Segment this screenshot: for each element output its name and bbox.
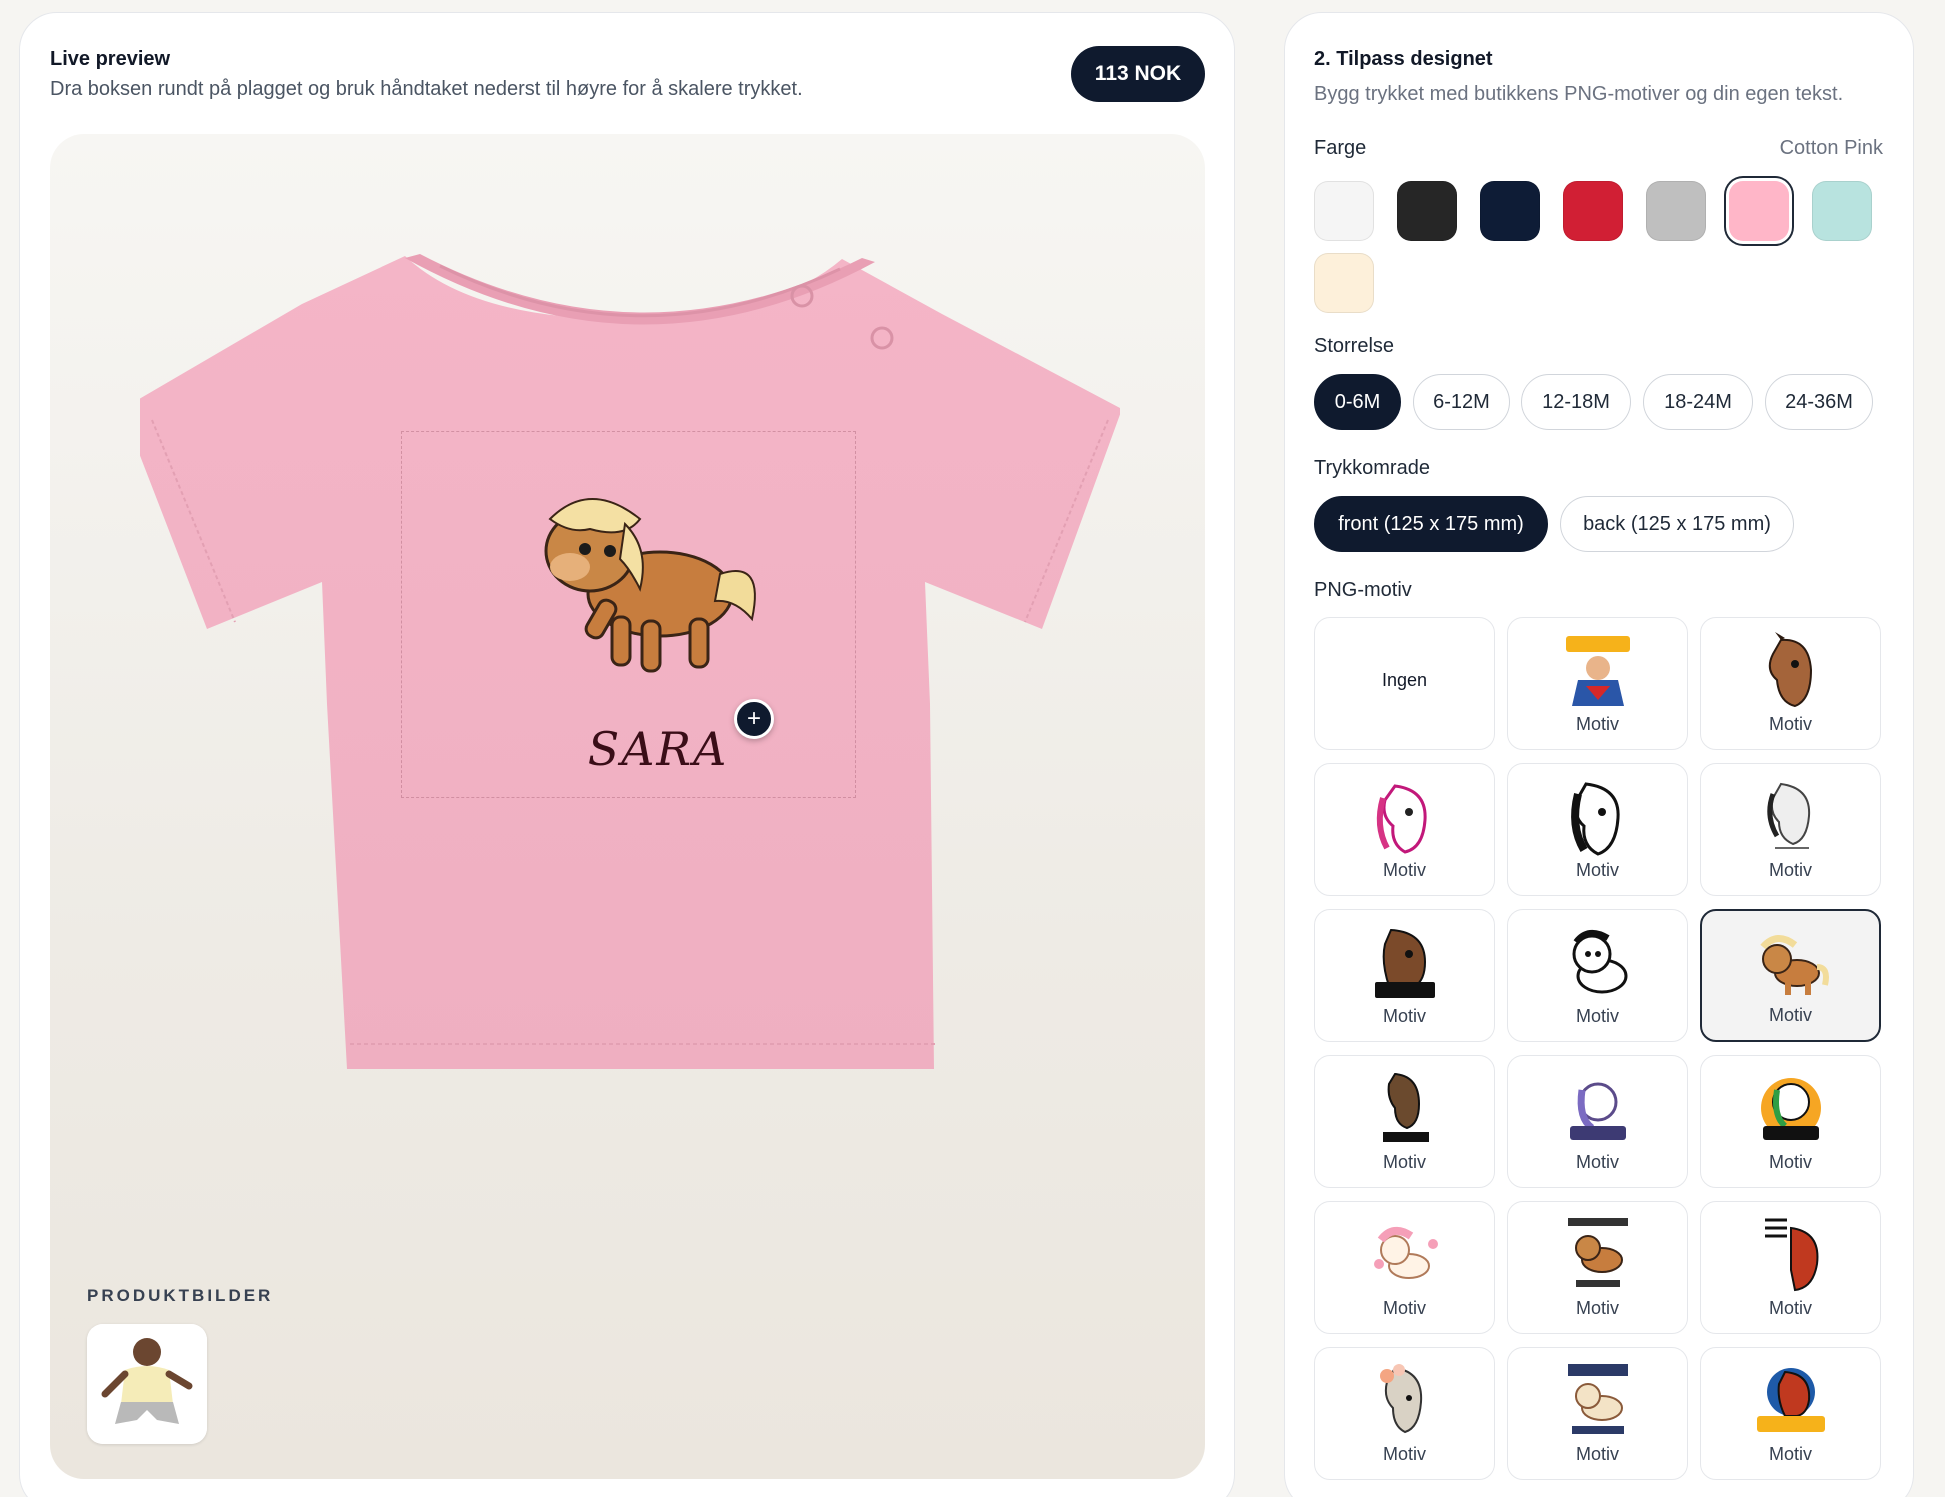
color-swatch-red[interactable] <box>1563 181 1623 241</box>
live-preview-instructions: Dra boksen rundt på plagget og bruk hånd… <box>50 78 803 100</box>
customize-subtitle: Bygg trykket med butikkens PNG-motiver o… <box>1314 83 1844 105</box>
ponnipappa-superhero-icon <box>1565 636 1630 706</box>
preview-stage: SARA + PRODUKTBILDER <box>50 134 1205 1479</box>
motif-option[interactable]: Motiv <box>1507 1347 1688 1480</box>
horse-head-sketch-icon <box>1766 782 1810 849</box>
cartoon-pony-bw-icon <box>1572 929 1627 994</box>
brown-pony-icon <box>1759 935 1829 995</box>
product-image-thumbnail[interactable] <box>87 1324 207 1444</box>
customize-panel: 2. Tilpass designet Bygg trykket med but… <box>1284 12 1914 1497</box>
motif-option[interactable]: Motiv <box>1700 1347 1881 1480</box>
size-option[interactable]: 12-18M <box>1521 374 1631 430</box>
motif-label: Motiv <box>1382 860 1426 880</box>
size-option[interactable]: 0-6M <box>1314 374 1401 430</box>
customize-title: 2. Tilpass designet <box>1314 48 1493 70</box>
motif-label: Motiv <box>1575 714 1619 734</box>
motif-label: Motiv <box>1382 1444 1426 1464</box>
color-swatch-mint[interactable] <box>1812 181 1872 241</box>
stallfolk-horse-icon <box>1382 1072 1429 1142</box>
motif-label: Motiv <box>1768 860 1812 880</box>
color-swatch-white[interactable] <box>1314 181 1374 241</box>
motif-label: Motiv <box>1575 1298 1619 1318</box>
motif-option[interactable]: Motiv <box>1314 763 1495 896</box>
motif-none-option[interactable]: Ingen <box>1314 617 1495 750</box>
price-badge: 113 NOK <box>1071 46 1205 102</box>
png-motif-label: PNG-motiv <box>1314 579 1412 601</box>
motif-label: Motiv <box>1768 1298 1812 1318</box>
motif-option[interactable]: Motiv <box>1314 1201 1495 1334</box>
motif-label: Motiv <box>1768 714 1812 734</box>
print-name-text[interactable]: SARA <box>558 722 758 776</box>
sma-ryttere-store-drommer-icon <box>1760 1078 1821 1140</box>
color-swatch-cotton-pink[interactable] <box>1729 181 1789 241</box>
motif-label: Motiv <box>1575 1006 1619 1026</box>
motif-label: Motiv <box>1575 860 1619 880</box>
pony-print-icon[interactable] <box>530 489 760 689</box>
size-option[interactable]: 18-24M <box>1643 374 1753 430</box>
horse-head-black-white-icon <box>1570 782 1620 856</box>
motif-label: Motiv <box>1768 1005 1812 1025</box>
motif-option[interactable]: Motiv <box>1507 617 1688 750</box>
ponnipappa-horse-icon <box>1756 1368 1825 1432</box>
motif-option[interactable]: Motiv <box>1507 1055 1688 1188</box>
motif-option[interactable]: Motiv <box>1700 763 1881 896</box>
size-option[interactable]: 6-12M <box>1413 374 1510 430</box>
live-preview-title: Live preview <box>50 48 171 70</box>
motif-label: Motiv <box>1768 1152 1812 1172</box>
print-area-label: Trykkomrade <box>1314 457 1430 479</box>
motif-option[interactable]: Motiv <box>1314 909 1495 1042</box>
motif-label: Motiv <box>1768 1444 1812 1464</box>
motif-option[interactable]: Motiv <box>1700 1055 1881 1188</box>
motif-none-label: Ingen <box>1381 670 1428 690</box>
size-option[interactable]: 24-36M <box>1765 374 1873 430</box>
horse-head-brown-icon <box>1768 632 1812 708</box>
motif-option[interactable]: Motiv <box>1314 1055 1495 1188</box>
color-label: Farge <box>1314 137 1367 159</box>
jeg-har-ikke-penger-horse-icon <box>1760 1218 1818 1292</box>
motif-label: Motiv <box>1382 1152 1426 1172</box>
motif-label: Motiv <box>1382 1006 1426 1026</box>
motif-option[interactable]: Motiv <box>1700 1201 1881 1334</box>
resize-handle[interactable]: + <box>734 699 774 739</box>
motif-option[interactable]: Motiv <box>1314 1347 1495 1480</box>
motif-option[interactable]: Motiv <box>1507 909 1688 1042</box>
print-area-option[interactable]: front (125 x 175 mm) <box>1314 496 1548 552</box>
selected-color-name: Cotton Pink <box>1779 137 1883 159</box>
mamma-trenger-ikke-penger-icon <box>1567 1364 1628 1434</box>
color-swatch-grey[interactable] <box>1646 181 1706 241</box>
horse-head-pink-icon <box>1376 784 1427 854</box>
motif-label: Motiv <box>1382 1298 1426 1318</box>
jeg-har-ikke-penger-pony-icon <box>1567 1218 1628 1287</box>
baby-photo-icon <box>87 1324 207 1444</box>
motif-option[interactable]: Motiv <box>1700 909 1881 1042</box>
color-swatch-cream[interactable] <box>1314 253 1374 313</box>
motif-label: Motiv <box>1575 1444 1619 1464</box>
live-preview-panel: Live preview Dra boksen rundt på plagget… <box>19 12 1235 1497</box>
sma-ryttere-unicorn-icon <box>1569 1082 1626 1140</box>
horse-flowers-icon <box>1379 1364 1422 1434</box>
product-images-heading: PRODUKTBILDER <box>87 1286 274 1305</box>
motif-option[interactable]: Motiv <box>1700 617 1881 750</box>
pink-pony-flowers-icon <box>1373 1226 1438 1279</box>
color-swatch-black[interactable] <box>1397 181 1457 241</box>
motif-option[interactable]: Motiv <box>1507 1201 1688 1334</box>
color-swatch-navy[interactable] <box>1480 181 1540 241</box>
print-area-option[interactable]: back (125 x 175 mm) <box>1560 496 1794 552</box>
livet-er-en-fest-horse-icon <box>1374 928 1435 998</box>
size-label: Storrelse <box>1314 335 1395 357</box>
motif-option[interactable]: Motiv <box>1507 763 1688 896</box>
motif-label: Motiv <box>1575 1152 1619 1172</box>
